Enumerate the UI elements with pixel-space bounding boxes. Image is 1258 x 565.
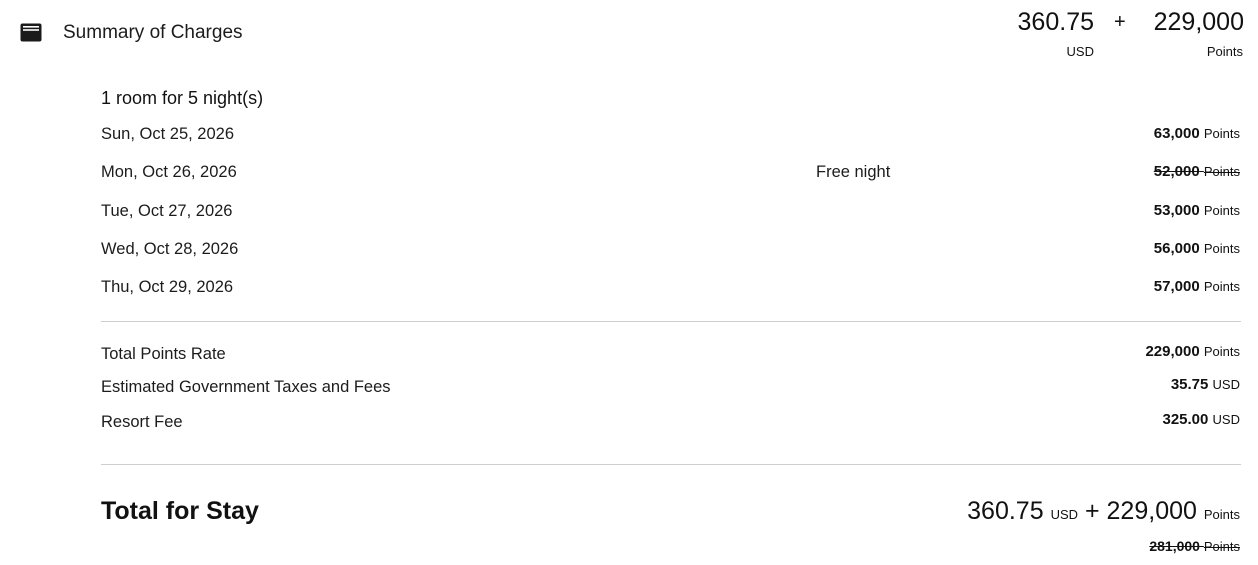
total-points-label: Points <box>1203 507 1240 522</box>
header-points-amount: 229,000 <box>1153 8 1244 36</box>
divider <box>101 321 1241 322</box>
total-usd-amount: 360.75 <box>967 497 1044 525</box>
summary-title: Summary of Charges <box>63 22 243 43</box>
night-points: 53,000 Points <box>1153 202 1240 219</box>
charge-label: Estimated Government Taxes and Fees <box>101 378 391 396</box>
charge-label: Total Points Rate <box>101 345 226 363</box>
total-usd-label: USD <box>1050 507 1079 522</box>
charge-label: Resort Fee <box>101 413 183 431</box>
free-night-note: Free night <box>816 163 891 181</box>
night-date: Sun, Oct 25, 2026 <box>101 125 235 143</box>
night-date: Thu, Oct 29, 2026 <box>101 278 234 296</box>
rooms-title: 1 room for 5 night(s) <box>101 88 264 108</box>
divider <box>101 464 1241 465</box>
night-date: Tue, Oct 27, 2026 <box>101 202 233 220</box>
night-date: Mon, Oct 26, 2026 <box>101 163 237 181</box>
total-points-amount: 229,000 <box>1106 497 1197 525</box>
night-date: Wed, Oct 28, 2026 <box>101 240 239 258</box>
night-points: 63,000 Points <box>1153 125 1240 142</box>
total-value: 360.75 USD + 229,000 Points <box>967 496 1240 530</box>
charge-value: 35.75 USD <box>1170 376 1240 393</box>
wallet-icon <box>20 23 42 42</box>
charge-value: 325.00 USD <box>1162 411 1240 428</box>
total-plus: + <box>1084 497 1100 525</box>
original-total-points: 281,000 Points <box>1149 538 1240 554</box>
night-points: 57,000 Points <box>1153 278 1240 295</box>
night-points-struck: 52,000 Points <box>1153 163 1240 180</box>
charge-value: 229,000 Points <box>1145 343 1240 360</box>
header-plus: + <box>1114 11 1126 33</box>
header-usd-amount: 360.75 <box>1017 8 1094 36</box>
total-label: Total for Stay <box>101 497 259 525</box>
header-usd-label: USD <box>1066 44 1094 59</box>
header-points-label: Points <box>1206 44 1243 59</box>
night-points: 56,000 Points <box>1153 240 1240 257</box>
